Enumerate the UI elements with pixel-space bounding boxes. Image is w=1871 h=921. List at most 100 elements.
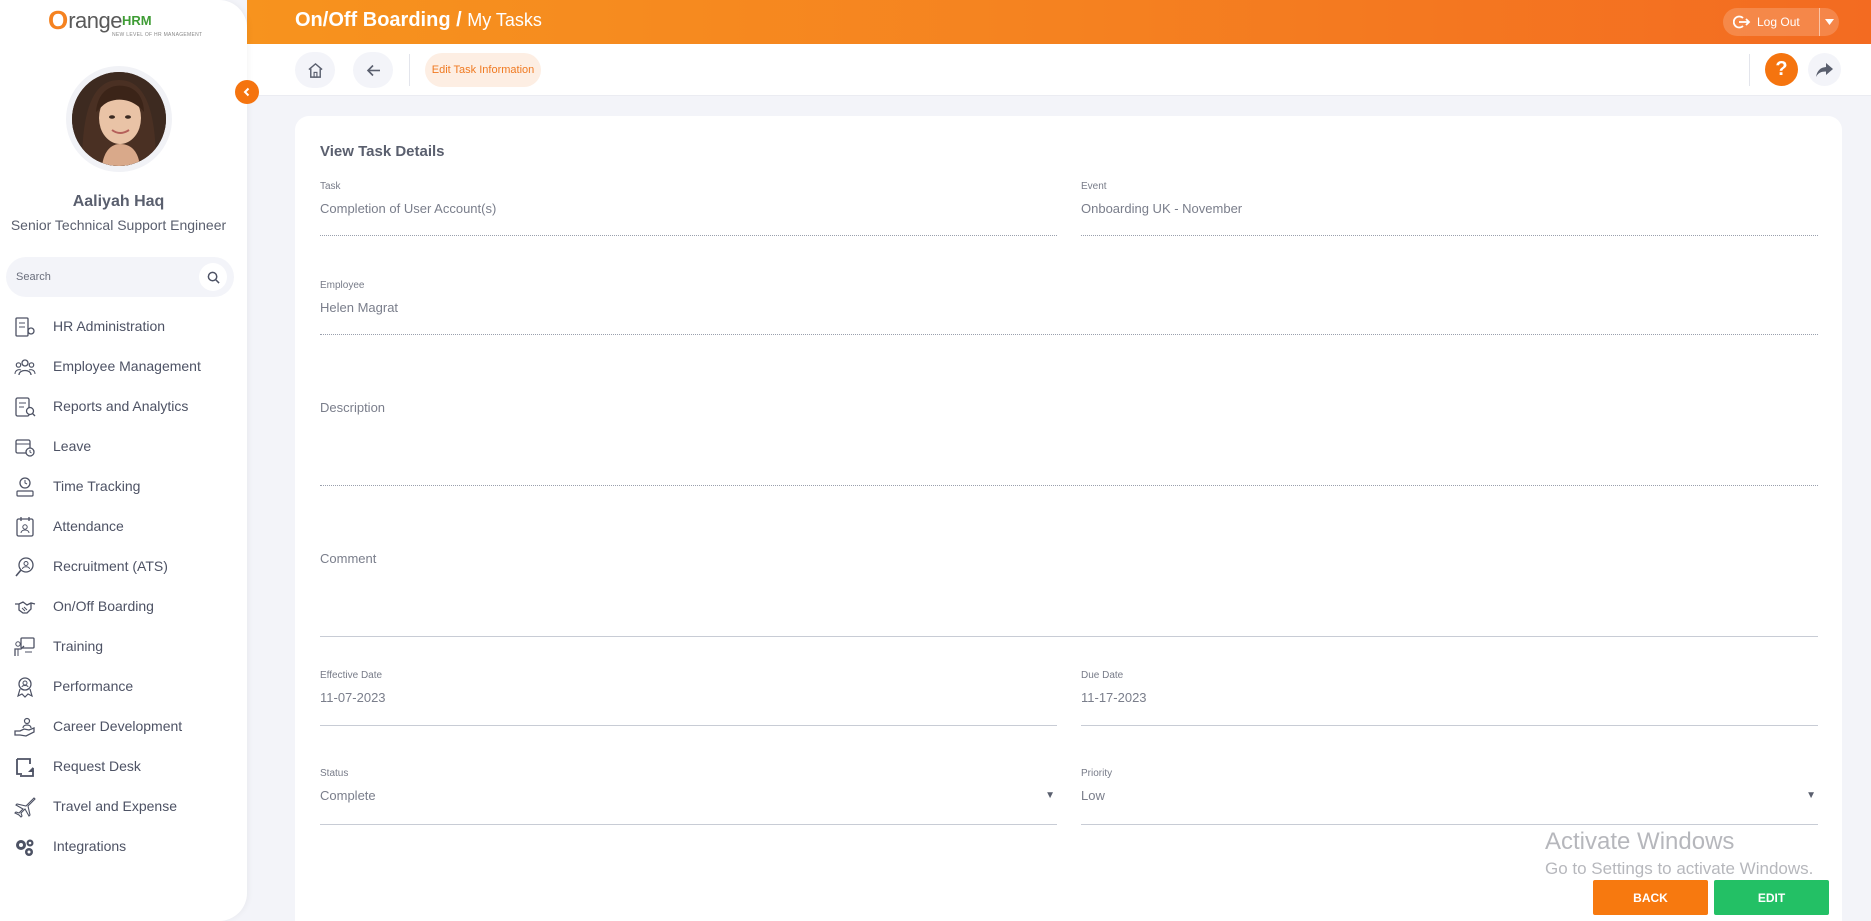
field-underline [1081, 725, 1818, 726]
task-field: Task Completion of User Account(s) [320, 181, 1057, 236]
sub-toolbar: Edit Task Information ? [247, 44, 1871, 96]
user-name: Aaliyah Haq [72, 193, 165, 210]
arrow-left-icon [366, 64, 380, 76]
due-date-label: Due Date [1081, 670, 1124, 681]
puzzle-icon [16, 839, 34, 856]
priority-label: Priority [1081, 768, 1113, 779]
sidebar-item-travel-and-expense[interactable]: Travel and Expense [0, 786, 247, 826]
sidebar-item-label: Attendance [53, 518, 124, 534]
status-select[interactable]: Status Complete ▼ [320, 768, 1057, 825]
edit-button[interactable]: EDIT [1714, 880, 1829, 915]
time-tracking-icon [16, 477, 34, 497]
due-date-value: 11-17-2023 [1081, 690, 1147, 705]
sidebar-item-label: Request Desk [53, 758, 141, 774]
reports-icon [15, 397, 36, 417]
airplane-icon [14, 797, 36, 818]
field-underline [320, 636, 1818, 637]
logout-dropdown-toggle[interactable] [1819, 8, 1839, 36]
event-value: Onboarding UK - November [1081, 201, 1243, 216]
caret-down-icon [1825, 19, 1834, 25]
field-underline [320, 235, 1057, 236]
logout-icon [1733, 15, 1751, 29]
sidebar-item-reports-and-analytics[interactable]: Reports and Analytics [0, 386, 247, 426]
logout-label: Log Out [1757, 15, 1800, 29]
effective-date-label: Effective Date [320, 670, 383, 681]
title-separator: / [450, 9, 468, 31]
field-underline [320, 725, 1057, 726]
sidebar-item-label: Recruitment (ATS) [53, 558, 168, 574]
back-arrow-button[interactable] [353, 52, 393, 88]
sidebar-item-attendance[interactable]: Attendance [0, 506, 247, 546]
performance-icon [17, 677, 33, 698]
user-job-title: Senior Technical Support Engineer [10, 217, 227, 233]
card-title: View Task Details [320, 143, 445, 160]
task-value: Completion of User Account(s) [320, 201, 497, 216]
sidebar-item-employee-management[interactable]: Employee Management [0, 346, 247, 386]
home-icon [307, 62, 323, 78]
toolbar-divider [409, 54, 410, 86]
employee-label: Employee [320, 280, 365, 291]
career-icon [14, 717, 35, 737]
event-label: Event [1081, 181, 1107, 192]
field-underline [320, 485, 1818, 486]
edit-task-information-tab[interactable]: Edit Task Information [425, 53, 541, 87]
home-button[interactable] [295, 52, 335, 88]
back-button[interactable]: BACK [1593, 880, 1708, 915]
sidebar-item-career-development[interactable]: Career Development [0, 706, 247, 746]
leave-icon [15, 439, 35, 457]
field-underline [320, 334, 1818, 335]
task-label: Task [320, 181, 341, 192]
sidebar-item-training[interactable]: Training [0, 626, 247, 666]
search-input[interactable] [16, 265, 196, 289]
status-value: Complete [320, 788, 376, 803]
logo-mark: O [48, 5, 69, 35]
logout-button[interactable]: Log Out [1723, 8, 1819, 36]
hr-admin-icon [15, 317, 35, 337]
employee-field: Employee Helen Magrat [320, 280, 1818, 335]
sidebar: O range HRM NEW LEVEL OF HR MANAGEMENT A… [0, 0, 247, 921]
sidebar-item-integrations[interactable]: Integrations [0, 826, 247, 866]
sidebar-item-label: Performance [53, 678, 134, 694]
logo-tagline: NEW LEVEL OF HR MANAGEMENT [112, 32, 203, 38]
sidebar-search [6, 257, 234, 297]
sidebar-item-label: Career Development [53, 718, 183, 734]
status-label: Status [320, 768, 349, 779]
avatar[interactable] [72, 72, 166, 166]
due-date-field: Due Date 11-17-2023 [1081, 670, 1818, 726]
sidebar-item-time-tracking[interactable]: Time Tracking [0, 466, 247, 506]
avatar-frame [66, 66, 172, 172]
module-name[interactable]: On/Off Boarding [295, 9, 451, 31]
share-button[interactable] [1808, 53, 1841, 86]
sidebar-item-hr-administration[interactable]: HR Administration [0, 306, 247, 346]
handshake-icon [15, 601, 36, 614]
sidebar-item-label: Leave [53, 438, 92, 454]
effective-date-value: 11-07-2023 [320, 690, 386, 705]
sidebar-item-request-desk[interactable]: Request Desk [0, 746, 247, 786]
orangehrm-logo[interactable]: O range HRM NEW LEVEL OF HR MANAGEMENT [48, 5, 202, 40]
sidebar-item-recruitment[interactable]: Recruitment (ATS) [0, 546, 247, 586]
caret-down-icon: ▼ [1806, 790, 1816, 801]
page-title: On/Off Boarding / My Tasks [295, 9, 542, 32]
sidebar-item-performance[interactable]: Performance [0, 666, 247, 706]
sidebar-collapse-button[interactable] [235, 80, 259, 104]
sidebar-item-on-off-boarding[interactable]: On/Off Boarding [0, 586, 247, 626]
search-icon [207, 271, 220, 284]
sidebar-item-label: Employee Management [53, 358, 201, 374]
sidebar-item-label: Reports and Analytics [53, 398, 189, 414]
sidebar-item-leave[interactable]: Leave [0, 426, 247, 466]
top-header: On/Off Boarding / My Tasks Log Out [247, 0, 1871, 44]
search-button[interactable] [199, 263, 227, 291]
question-mark-icon: ? [1775, 58, 1788, 80]
sidebar-item-label: Travel and Expense [53, 798, 177, 814]
comment-label: Comment [320, 551, 377, 566]
event-field: Event Onboarding UK - November [1081, 181, 1818, 236]
employee-value: Helen Magrat [320, 300, 399, 315]
field-underline [320, 824, 1057, 825]
attendance-icon [16, 517, 34, 537]
chevron-left-icon [243, 87, 250, 97]
help-button[interactable]: ? [1765, 53, 1798, 86]
sidebar-item-label: On/Off Boarding [53, 598, 154, 614]
priority-select[interactable]: Priority Low ▼ [1081, 768, 1818, 825]
description-field: Description [320, 400, 1818, 486]
sidebar-item-label: HR Administration [53, 318, 166, 334]
